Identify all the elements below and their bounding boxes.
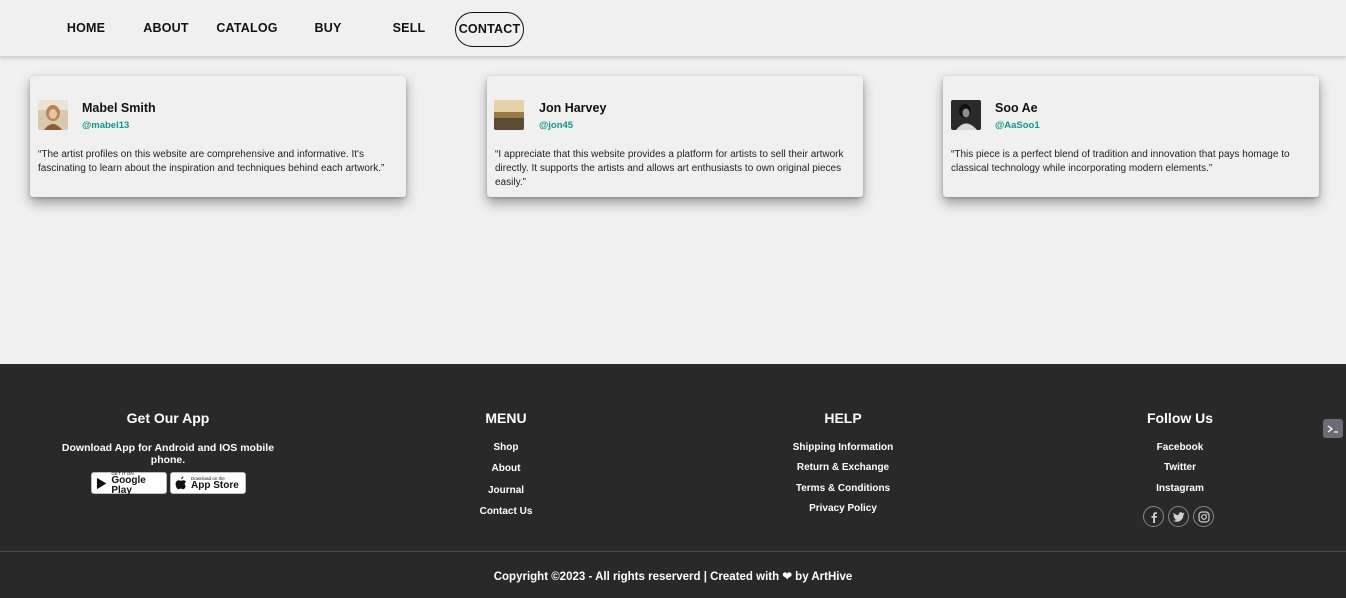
reviewer-handle[interactable]: @mabel13	[82, 120, 129, 131]
footer-link-return[interactable]: Return & Exchange	[773, 462, 913, 473]
nav-buy[interactable]: BUY	[308, 12, 348, 47]
reviewer-handle[interactable]: @jon45	[539, 120, 573, 131]
play-icon	[96, 477, 107, 489]
footer-divider	[0, 551, 1346, 552]
reviewer-name: Mabel Smith	[82, 101, 156, 115]
footer-menu-title: MENU	[485, 410, 527, 426]
footer-link-journal[interactable]: Journal	[446, 485, 566, 496]
footer: Get Our App Download App for Android and…	[0, 364, 1346, 598]
testimonial-quote: “This piece is a perfect blend of tradit…	[951, 149, 1290, 174]
footer-app-title: Get Our App	[126, 410, 210, 426]
footer-link-shop[interactable]: Shop	[446, 442, 566, 453]
facebook-icon[interactable]	[1143, 506, 1164, 527]
footer-link-facebook[interactable]: Facebook	[1120, 442, 1240, 453]
footer-follow-title: Follow Us	[1146, 410, 1214, 426]
footer-link-contact-us[interactable]: Contact Us	[446, 506, 566, 517]
instagram-icon[interactable]	[1193, 506, 1214, 527]
footer-link-about[interactable]: About	[446, 463, 566, 474]
top-navigation: HOME ABOUT CATALOG BUY SELL CONTACT	[0, 0, 1346, 57]
testimonial-card: Mabel Smith @mabel13 “The artist profile…	[30, 76, 406, 197]
twitter-icon[interactable]	[1168, 506, 1189, 527]
copyright-text: Copyright ©2023 - All rights reserverd |…	[493, 571, 853, 583]
testimonial-card: Jon Harvey @jon45 “I appreciate that thi…	[487, 76, 863, 197]
reviewer-name: Jon Harvey	[539, 101, 607, 115]
floating-widget-icon[interactable]	[1323, 419, 1343, 438]
footer-link-terms[interactable]: Terms & Conditions	[773, 483, 913, 494]
testimonial-card: Soo Ae @AaSoo1 “This piece is a perfect …	[943, 76, 1319, 197]
testimonial-quote: “I appreciate that this website provides…	[495, 149, 844, 188]
avatar	[38, 100, 68, 130]
nav-catalog[interactable]: CATALOG	[214, 12, 280, 47]
reviewer-handle[interactable]: @AaSoo1	[995, 120, 1040, 131]
google-play-button[interactable]: GET IT ON Google Play	[91, 471, 167, 496]
nav-about[interactable]: ABOUT	[140, 12, 192, 47]
footer-link-privacy[interactable]: Privacy Policy	[773, 503, 913, 514]
app-store-button[interactable]: Download on the App Store	[170, 472, 246, 494]
footer-link-twitter[interactable]: Twitter	[1120, 462, 1240, 473]
nav-contact[interactable]: CONTACT	[455, 12, 524, 47]
footer-link-shipping[interactable]: Shipping Information	[773, 442, 913, 453]
avatar	[951, 100, 981, 130]
footer-app-text: Download App for Android and IOS mobile …	[61, 442, 275, 466]
google-play-label: Google Play	[111, 474, 146, 496]
footer-link-instagram[interactable]: Instagram	[1120, 483, 1240, 494]
avatar	[494, 100, 524, 130]
nav-sell[interactable]: SELL	[388, 12, 430, 47]
footer-help-title: HELP	[824, 410, 862, 426]
apple-icon	[175, 476, 186, 490]
app-store-label: App Store	[191, 479, 239, 491]
reviewer-name: Soo Ae	[995, 101, 1038, 115]
nav-home[interactable]: HOME	[60, 12, 112, 47]
testimonial-quote: “The artist profiles on this website are…	[38, 149, 385, 174]
